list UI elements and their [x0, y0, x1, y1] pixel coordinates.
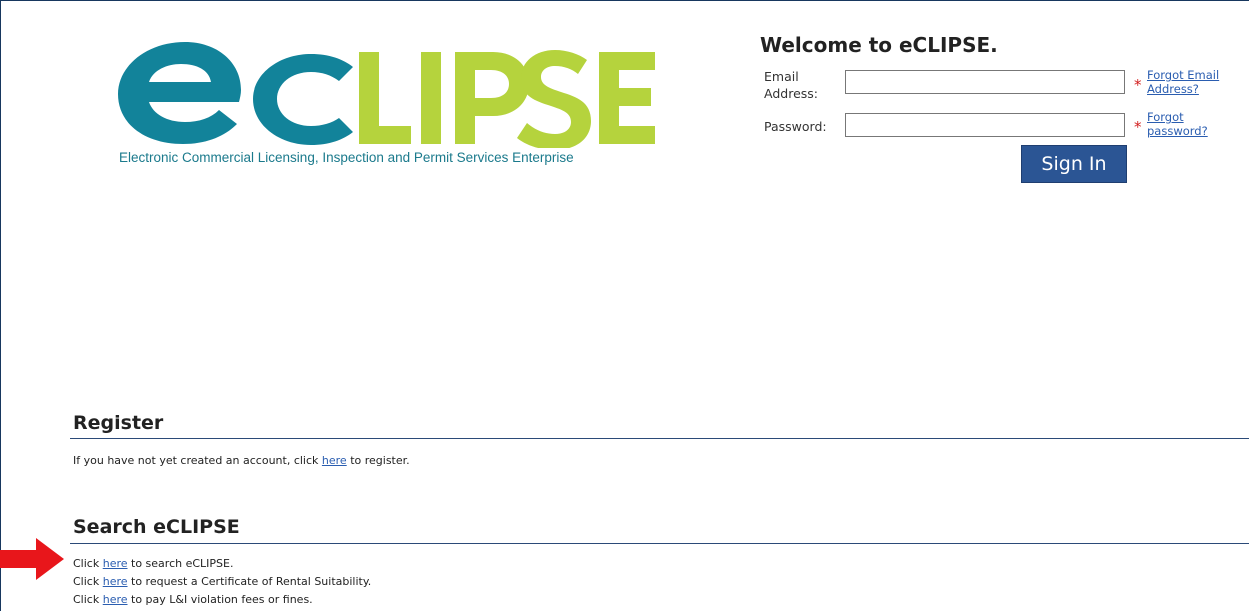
password-label: Password:: [764, 119, 827, 134]
forgot-email-line1: Forgot Email: [1147, 68, 1220, 82]
forgot-email-link[interactable]: Forgot Email Address?: [1147, 68, 1219, 96]
search-line-post: to search eCLIPSE.: [127, 557, 234, 570]
password-required-mark: *: [1134, 118, 1142, 136]
red-arrow-icon: [0, 538, 64, 580]
register-text: If you have not yet created an account, …: [73, 454, 410, 467]
page-border-top: [0, 0, 1249, 1]
email-label: Email Address:: [764, 68, 818, 102]
page-border-left: [0, 0, 1, 611]
search-line-pre: Click: [73, 557, 103, 570]
search-line: Click here to request a Certificate of R…: [73, 575, 371, 588]
search-heading: Search eCLIPSE: [73, 516, 240, 538]
welcome-heading: Welcome to eCLIPSE.: [760, 33, 998, 57]
search-line-pre: Click: [73, 575, 103, 588]
register-here-link[interactable]: here: [322, 454, 347, 467]
search-line-post: to pay L&I violation fees or fines.: [127, 593, 313, 606]
rental-certificate-here-link[interactable]: here: [103, 575, 128, 588]
logo-tagline: Electronic Commercial Licensing, Inspect…: [119, 150, 574, 165]
email-required-mark: *: [1134, 76, 1142, 94]
register-text-post: to register.: [346, 454, 410, 467]
search-line-post: to request a Certificate of Rental Suita…: [127, 575, 372, 588]
email-input[interactable]: [845, 70, 1125, 94]
sign-in-button[interactable]: Sign In: [1021, 145, 1127, 183]
eclipse-logo: Electronic Commercial Licensing, Inspect…: [115, 38, 655, 173]
search-line-pre: Click: [73, 593, 103, 606]
email-label-line1: Email: [764, 69, 799, 84]
register-text-pre: If you have not yet created an account, …: [73, 454, 322, 467]
forgot-password-link[interactable]: Forgot password?: [1147, 110, 1208, 138]
forgot-password-line1: Forgot: [1147, 110, 1184, 124]
forgot-email-line2: Address?: [1147, 82, 1199, 96]
password-input[interactable]: [845, 113, 1125, 137]
register-divider: [70, 438, 1249, 439]
eclipse-wordmark-icon: [118, 42, 655, 148]
forgot-password-line2: password?: [1147, 124, 1208, 138]
search-divider: [70, 543, 1249, 544]
pay-fees-here-link[interactable]: here: [103, 593, 128, 606]
search-line: Click here to search eCLIPSE.: [73, 557, 233, 570]
search-line: Click here to pay L&I violation fees or …: [73, 593, 313, 606]
search-eclipse-here-link[interactable]: here: [103, 557, 128, 570]
register-heading: Register: [73, 412, 164, 434]
email-label-line2: Address:: [764, 86, 818, 101]
